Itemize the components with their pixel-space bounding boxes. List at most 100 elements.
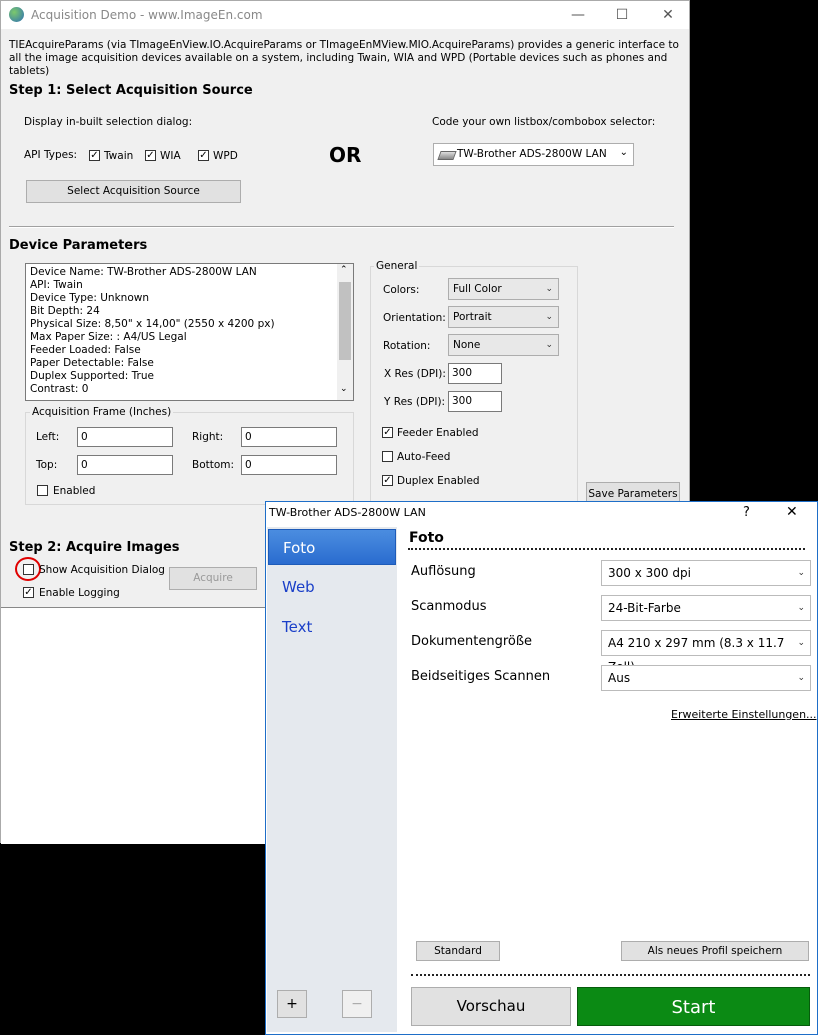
yres-label: Y Res (DPI): (384, 396, 446, 408)
right-input[interactable]: 0 (241, 427, 337, 447)
or-label: OR (329, 143, 362, 167)
close-button[interactable]: ✕ (653, 5, 683, 25)
device-selector-combo[interactable]: TW-Brother ADS-2800W LAN ⌄ (433, 143, 634, 166)
rotation-value: None (453, 339, 481, 351)
list-item: Feeder Loaded: False (30, 344, 141, 356)
chevron-down-icon: ⌄ (545, 312, 553, 322)
show-dialog-label: Show Acquisition Dialog (39, 564, 165, 576)
right-label: Right: (192, 431, 224, 443)
chevron-down-icon: ⌄ (545, 284, 553, 294)
enable-logging-label: Enable Logging (39, 587, 120, 599)
profile-sidebar: Foto Web Text + − (267, 527, 397, 1032)
app-icon (9, 7, 24, 22)
chevron-down-icon: ⌄ (619, 147, 628, 158)
builtin-dialog-label: Display in-built selection dialog: (24, 116, 193, 128)
scan-mode-combo[interactable]: 24-Bit-Farbe ⌄ (601, 595, 811, 621)
wia-checkbox[interactable]: ✓ (145, 150, 156, 161)
scrollbar-thumb[interactable] (339, 282, 351, 360)
start-button[interactable]: Start (577, 987, 810, 1026)
document-size-label: Dokumentengröße (411, 634, 533, 649)
orientation-combo[interactable]: Portrait ⌄ (448, 306, 559, 328)
minimize-button[interactable]: — (563, 5, 593, 25)
frame-enabled-checkbox[interactable] (37, 485, 48, 496)
highlight-circle (15, 557, 41, 581)
scroll-down-icon[interactable]: ⌄ (340, 384, 348, 394)
acquire-button[interactable]: Acquire (169, 567, 257, 590)
auto-feed-checkbox[interactable] (382, 451, 393, 462)
close-icon[interactable]: ✕ (786, 504, 798, 520)
bottom-input[interactable]: 0 (241, 455, 337, 475)
resolution-value: 300 x 300 dpi (608, 566, 691, 580)
wpd-checkbox[interactable]: ✓ (198, 150, 209, 161)
step1-heading: Step 1: Select Acquisition Source (9, 83, 253, 98)
rotation-combo[interactable]: None ⌄ (448, 334, 559, 356)
yres-input[interactable]: 300 (448, 391, 502, 412)
duplex-enabled-checkbox[interactable]: ✓ (382, 475, 393, 486)
vertical-scrollbar[interactable]: ⌃ ⌄ (337, 264, 353, 400)
section-divider (9, 226, 674, 228)
document-size-combo[interactable]: A4 210 x 297 mm (8.3 x 11.7 Zoll)⌄ (601, 630, 811, 674)
top-label: Top: (36, 459, 58, 471)
duplex-enabled-label: Duplex Enabled (397, 475, 480, 487)
bottom-label: Bottom: (192, 459, 235, 471)
list-item: Physical Size: 8,50" x 14,00" (2550 x 42… (30, 318, 275, 330)
twain-label: Twain (104, 150, 134, 162)
step2-heading: Step 2: Acquire Images (9, 540, 180, 555)
device-params-heading: Device Parameters (9, 238, 148, 253)
device-selected-value: TW-Brother ADS-2800W LAN (457, 148, 607, 160)
standard-button[interactable]: Standard (416, 941, 500, 961)
chevron-down-icon: ⌄ (797, 673, 805, 683)
colors-value: Full Color (453, 283, 502, 295)
preview-button[interactable]: Vorschau (411, 987, 571, 1026)
auto-feed-label: Auto-Feed (397, 451, 451, 463)
scroll-up-icon[interactable]: ⌃ (340, 265, 348, 275)
window-title: Acquisition Demo - www.ImageEn.com (31, 8, 263, 22)
maximize-button[interactable]: ☐ (607, 5, 637, 25)
save-profile-button[interactable]: Als neues Profil speichern (621, 941, 809, 961)
select-acquisition-source-button[interactable]: Select Acquisition Source (26, 180, 241, 203)
list-item: Paper Detectable: False (30, 357, 154, 369)
orientation-label: Orientation: (383, 312, 446, 324)
scanner-icon (437, 151, 457, 160)
frame-enabled-label: Enabled (53, 485, 96, 497)
remove-profile-button[interactable]: − (342, 990, 372, 1018)
scan-mode-label: Scanmodus (411, 599, 487, 614)
device-info-lines: Device Name: TW-Brother ADS-2800W LAN AP… (30, 266, 275, 396)
feeder-enabled-checkbox[interactable]: ✓ (382, 427, 393, 438)
chevron-down-icon: ⌄ (797, 603, 805, 613)
wia-label: WIA (160, 150, 181, 162)
colors-combo[interactable]: Full Color ⌄ (448, 278, 559, 300)
xres-label: X Res (DPI): (384, 368, 446, 380)
title-bar: Acquisition Demo - www.ImageEn.com — ☐ ✕ (1, 1, 689, 29)
list-item: Max Paper Size: : A4/US Legal (30, 331, 187, 343)
twain-checkbox[interactable]: ✓ (89, 150, 100, 161)
duplex-scan-combo[interactable]: Aus ⌄ (601, 665, 811, 691)
add-profile-button[interactable]: + (277, 990, 307, 1018)
profile-text[interactable]: Text (268, 609, 396, 645)
description-text: TIEAcquireParams (via TImageEnView.IO.Ac… (9, 39, 679, 77)
rotation-label: Rotation: (383, 340, 431, 352)
list-item: Device Name: TW-Brother ADS-2800W LAN (30, 266, 257, 278)
device-info-list[interactable]: Device Name: TW-Brother ADS-2800W LAN AP… (25, 263, 354, 401)
left-label: Left: (36, 431, 60, 443)
own-selector-label: Code your own listbox/combobox selector: (432, 116, 656, 128)
duplex-scan-label: Beidseitiges Scannen (411, 669, 551, 684)
top-input[interactable]: 0 (77, 455, 173, 475)
section-divider (408, 548, 805, 550)
help-icon[interactable]: ? (743, 505, 750, 520)
advanced-settings-link[interactable]: Erweiterte Einstellungen... (671, 708, 817, 721)
enable-logging-checkbox[interactable]: ✓ (23, 587, 34, 598)
resolution-combo[interactable]: 300 x 300 dpi ⌄ (601, 560, 811, 586)
chevron-down-icon: ⌄ (797, 568, 805, 578)
list-item: Device Type: Unknown (30, 292, 149, 304)
xres-input[interactable]: 300 (448, 363, 502, 384)
orientation-value: Portrait (453, 311, 492, 323)
profile-web[interactable]: Web (268, 569, 396, 605)
list-item: Duplex Supported: True (30, 370, 154, 382)
list-item: API: Twain (30, 279, 83, 291)
scanner-dialog: TW-Brother ADS-2800W LAN ? ✕ Foto Web Te… (265, 501, 818, 1035)
section-title: Foto (409, 530, 444, 546)
left-input[interactable]: 0 (77, 427, 173, 447)
chevron-down-icon: ⌄ (545, 340, 553, 350)
profile-foto[interactable]: Foto (268, 529, 396, 565)
